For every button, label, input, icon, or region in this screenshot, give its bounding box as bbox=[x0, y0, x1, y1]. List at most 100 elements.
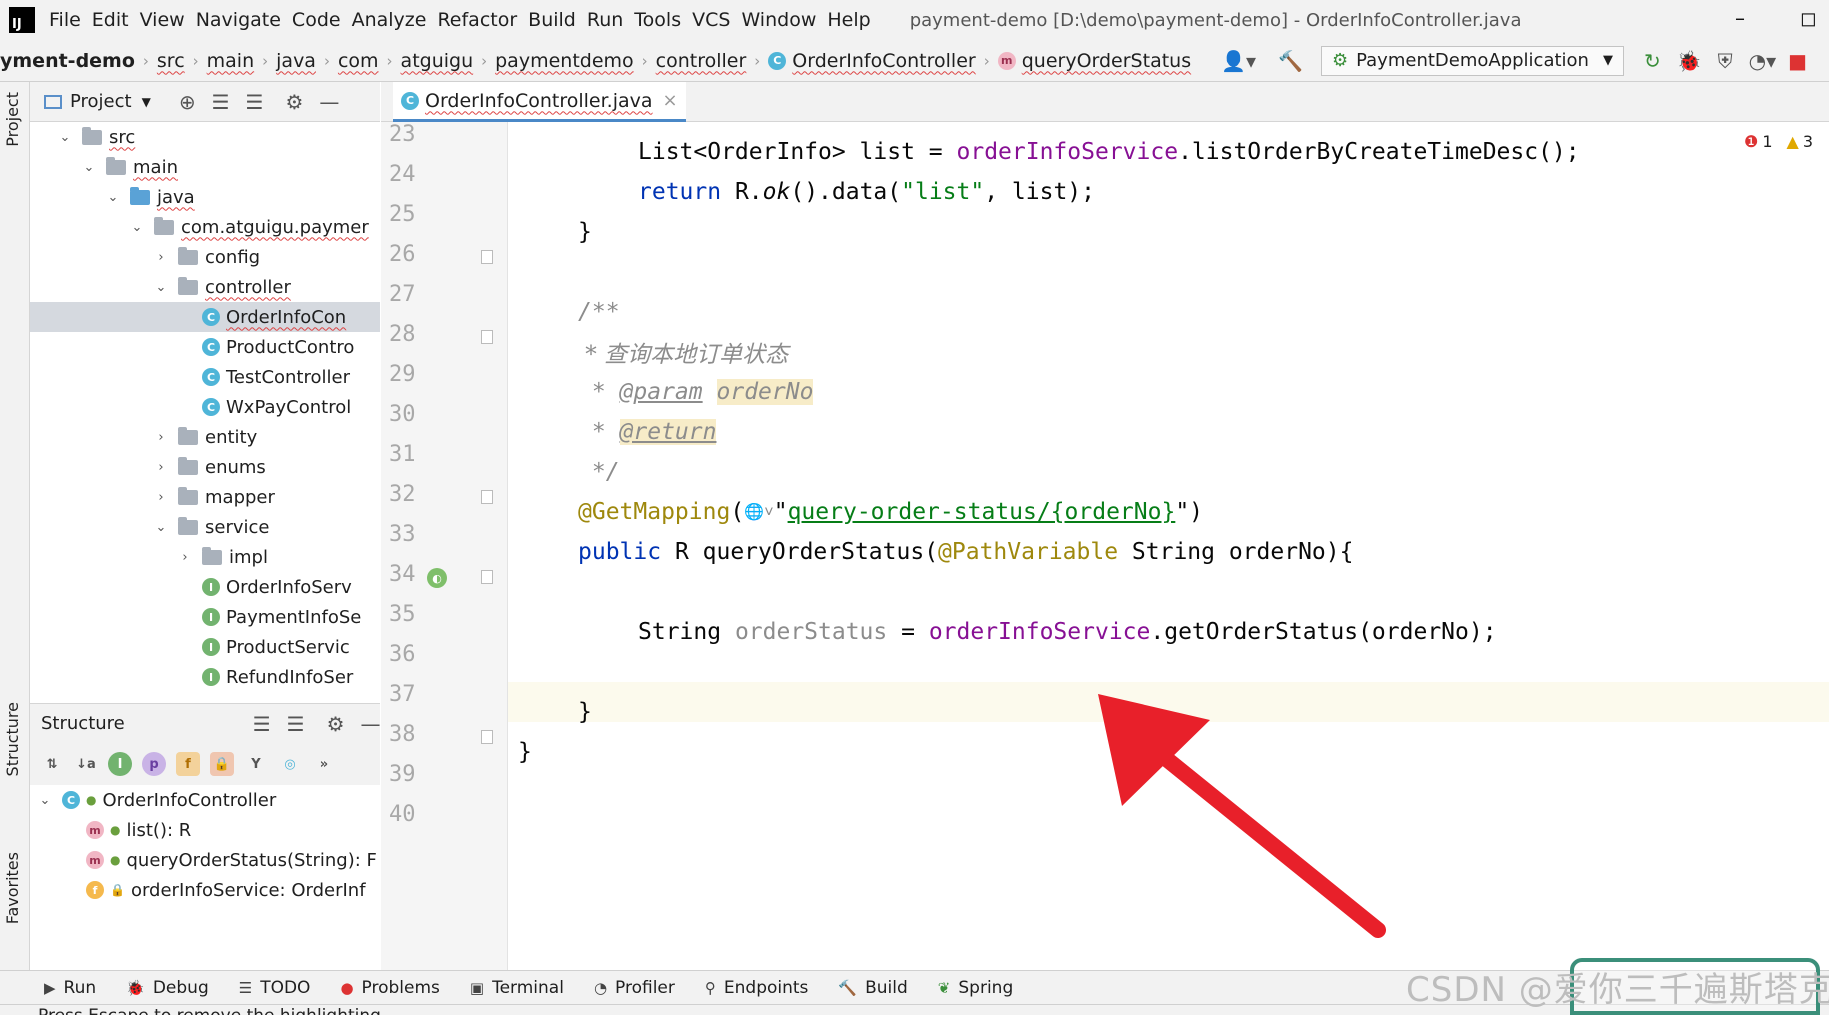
show-fields-icon[interactable]: f bbox=[176, 752, 200, 776]
tree-item-wxpaycontroller[interactable]: C WxPayControl bbox=[30, 392, 380, 422]
tree-item-orderinfoservice[interactable]: I OrderInfoServ bbox=[30, 572, 380, 602]
menu-view[interactable]: View bbox=[140, 9, 185, 31]
more-icon[interactable]: » bbox=[312, 752, 336, 776]
problems-tool-button[interactable]: ● Problems bbox=[340, 978, 439, 998]
close-tab-icon[interactable]: × bbox=[663, 90, 678, 111]
breadcrumb-paymentdemo[interactable]: paymentdemo bbox=[495, 50, 634, 72]
tab-orderinfocontroller[interactable]: C OrderInfoController.java × bbox=[393, 82, 686, 122]
menu-tools[interactable]: Tools bbox=[634, 9, 681, 31]
tree-item-src[interactable]: ⌄ src bbox=[30, 122, 380, 152]
menu-navigate[interactable]: Navigate bbox=[196, 9, 281, 31]
run-tool-button[interactable]: ▶ Run bbox=[44, 978, 96, 998]
breadcrumb-method[interactable]: m queryOrderStatus bbox=[997, 50, 1191, 72]
structure-tool-tab[interactable]: Structure bbox=[3, 702, 22, 776]
expand-all-icon[interactable]: ☰ bbox=[253, 712, 271, 736]
breadcrumb-class[interactable]: C OrderInfoController bbox=[768, 50, 976, 72]
fold-icon[interactable] bbox=[481, 730, 493, 744]
locate-icon[interactable]: ⊕ bbox=[179, 90, 196, 114]
inspection-widget[interactable]: ❶1 ▲ 3 bbox=[1744, 132, 1813, 151]
show-lambdas-icon[interactable]: Y bbox=[244, 752, 268, 776]
structure-item-class[interactable]: ⌄ C ● OrderInfoController bbox=[30, 785, 380, 815]
expand-all-icon[interactable]: ☰ bbox=[212, 90, 230, 114]
spring-tool-button[interactable]: ❦ Spring bbox=[938, 978, 1013, 998]
autoscroll-icon[interactable]: ◎ bbox=[278, 752, 302, 776]
tree-item-testcontroller[interactable]: C TestController bbox=[30, 362, 380, 392]
tree-item-package[interactable]: ⌄ com.atguigu.paymer bbox=[30, 212, 380, 242]
menu-help[interactable]: Help bbox=[827, 9, 870, 31]
tree-item-entity[interactable]: › entity bbox=[30, 422, 380, 452]
gear-icon[interactable]: ⚙ bbox=[285, 90, 303, 114]
breadcrumb-java[interactable]: java bbox=[276, 50, 316, 72]
structure-item-orderinfoservice-field[interactable]: f 🔒 orderInfoService: OrderInf bbox=[30, 875, 380, 905]
code-editor[interactable]: ❶1 ▲ 3 List<OrderInfo> list = orderInfoSe… bbox=[508, 122, 1829, 970]
rerun-icon[interactable]: ↻ bbox=[1644, 49, 1661, 73]
fold-icon[interactable] bbox=[481, 570, 493, 584]
tree-item-refundinfoservice[interactable]: I RefundInfoSer bbox=[30, 662, 380, 690]
breadcrumb-atguigu[interactable]: atguigu bbox=[401, 50, 474, 72]
fold-icon[interactable] bbox=[481, 250, 493, 264]
tree-item-productservice[interactable]: I ProductServic bbox=[30, 632, 380, 662]
tree-item-mapper[interactable]: › mapper bbox=[30, 482, 380, 512]
menu-edit[interactable]: Edit bbox=[92, 9, 129, 31]
chevron-down-icon[interactable]: ▼ bbox=[142, 95, 151, 109]
coverage-icon[interactable]: ⛨ bbox=[1718, 49, 1733, 73]
terminal-tool-button[interactable]: ▣ Terminal bbox=[470, 978, 564, 998]
hammer-build-icon[interactable]: 🔨 bbox=[1278, 49, 1303, 73]
tree-item-main[interactable]: ⌄ main bbox=[30, 152, 380, 182]
breadcrumb-src[interactable]: src bbox=[157, 50, 185, 72]
project-tool-tab[interactable]: Project bbox=[3, 92, 22, 147]
tree-item-java[interactable]: ⌄ java bbox=[30, 182, 380, 212]
menu-run[interactable]: Run bbox=[587, 9, 623, 31]
endpoints-tool-button[interactable]: ⚲ Endpoints bbox=[705, 978, 809, 998]
sort-alphabetically-icon[interactable]: ↓a bbox=[74, 752, 98, 776]
tree-item-config[interactable]: › config bbox=[30, 242, 380, 272]
menu-file[interactable]: File bbox=[49, 9, 81, 31]
field-icon: f bbox=[86, 881, 104, 899]
tree-item-enums[interactable]: › enums bbox=[30, 452, 380, 482]
favorites-tool-tab[interactable]: Favorites bbox=[3, 852, 22, 924]
structure-item-queryorderstatus-method[interactable]: m ● queryOrderStatus(String): F bbox=[30, 845, 380, 875]
menu-code[interactable]: Code bbox=[292, 9, 341, 31]
hide-panel-icon[interactable]: — bbox=[319, 90, 339, 114]
menu-vcs[interactable]: VCS bbox=[692, 9, 730, 31]
show-properties-icon[interactable]: p bbox=[142, 752, 166, 776]
show-inherited-icon[interactable]: I bbox=[108, 752, 132, 776]
breadcrumb-controller[interactable]: controller bbox=[656, 50, 747, 72]
menu-build[interactable]: Build bbox=[528, 9, 576, 31]
debug-tool-button[interactable]: 🐞 Debug bbox=[126, 978, 209, 998]
fold-icon[interactable] bbox=[481, 330, 493, 344]
sort-by-visibility-icon[interactable]: ⇅ bbox=[40, 752, 64, 776]
debug-icon[interactable]: 🐞 bbox=[1677, 49, 1702, 73]
gear-icon[interactable]: ⚙ bbox=[327, 712, 345, 736]
stop-icon[interactable]: ■ bbox=[1788, 49, 1807, 73]
maximize-button[interactable]: ◻ bbox=[1800, 6, 1817, 30]
tree-item-impl[interactable]: › impl bbox=[30, 542, 380, 572]
build-tool-button[interactable]: 🔨 Build bbox=[838, 978, 907, 998]
collapse-all-icon[interactable]: ☰ bbox=[246, 90, 264, 114]
run-configuration-select[interactable]: ⚙ PaymentDemoApplication ▼ bbox=[1320, 45, 1624, 76]
hide-panel-icon[interactable]: — bbox=[361, 712, 381, 736]
todo-tool-button[interactable]: ☰ TODO bbox=[239, 978, 311, 998]
breadcrumb-project[interactable]: yment-demo bbox=[0, 50, 135, 72]
tree-item-productcontroller[interactable]: C ProductContro bbox=[30, 332, 380, 362]
show-non-public-icon[interactable]: 🔒 bbox=[210, 752, 234, 776]
spring-mapping-gutter-icon[interactable]: ◐ bbox=[427, 568, 447, 588]
menu-analyze[interactable]: Analyze bbox=[352, 9, 427, 31]
menu-refactor[interactable]: Refactor bbox=[437, 9, 517, 31]
user-icon[interactable]: 👤▾ bbox=[1221, 49, 1256, 73]
profiler-icon[interactable]: ◔▾ bbox=[1749, 49, 1777, 73]
profiler-tool-button[interactable]: ◔ Profiler bbox=[594, 978, 675, 998]
menu-window[interactable]: Window bbox=[741, 9, 816, 31]
tree-item-paymentinfoservice[interactable]: I PaymentInfoSe bbox=[30, 602, 380, 632]
breadcrumb-main[interactable]: main bbox=[207, 50, 254, 72]
minimize-button[interactable]: – bbox=[1735, 6, 1745, 30]
tree-item-controller[interactable]: ⌄ controller bbox=[30, 272, 380, 302]
project-view-selector[interactable]: Project bbox=[70, 91, 132, 112]
collapse-all-icon[interactable]: ☰ bbox=[287, 712, 305, 736]
structure-item-list-method[interactable]: m ● list(): R bbox=[30, 815, 380, 845]
tree-item-service[interactable]: ⌄ service bbox=[30, 512, 380, 542]
breadcrumb-com[interactable]: com bbox=[338, 50, 379, 72]
url-globe-icon[interactable]: 🌐˅ bbox=[744, 502, 774, 522]
fold-icon[interactable] bbox=[481, 490, 493, 504]
tree-item-orderinfocontroller[interactable]: C OrderInfoCon bbox=[30, 302, 380, 332]
